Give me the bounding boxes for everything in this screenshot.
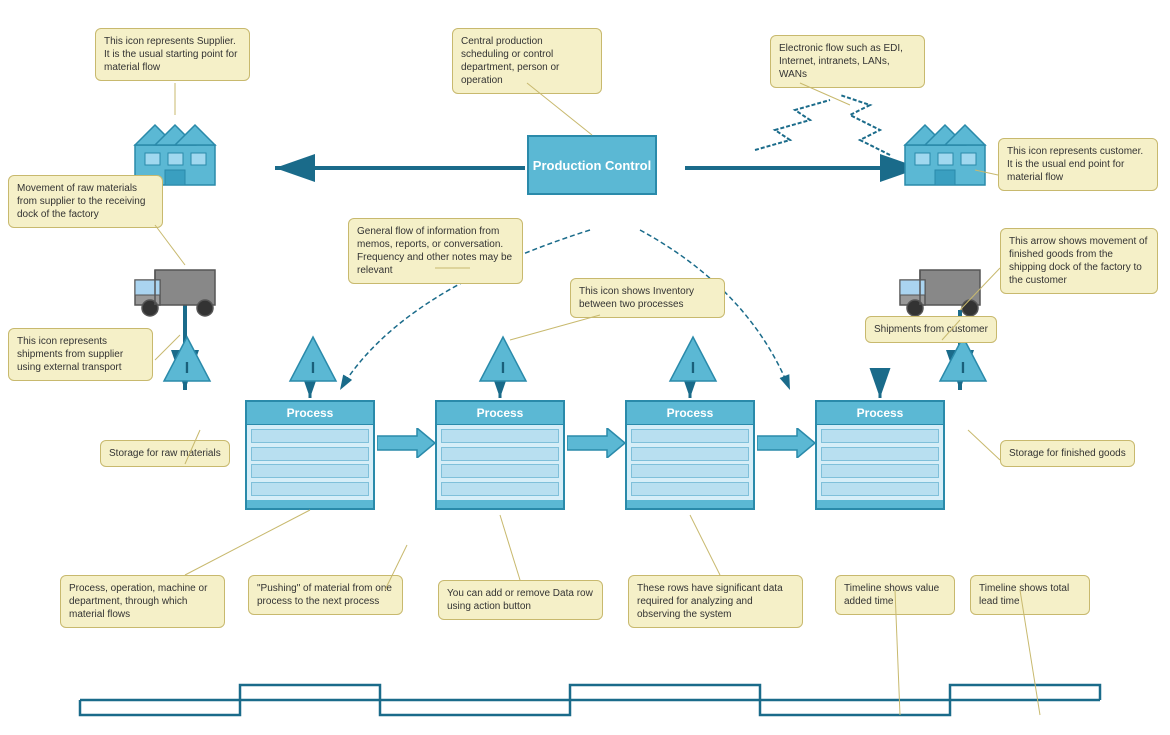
data-row-4-3 (821, 464, 939, 478)
svg-text:I: I (961, 360, 965, 377)
process-label-3: Process (627, 402, 753, 425)
data-row-3-1 (631, 429, 749, 443)
push-arrow-2 (567, 428, 625, 458)
data-row-1-3 (251, 464, 369, 478)
data-row-4-2 (821, 447, 939, 461)
supplier-truck (130, 265, 230, 320)
data-row-1-2 (251, 447, 369, 461)
callout-timeline-value: Timeline shows value added time (835, 575, 955, 615)
customer-factory (900, 115, 990, 190)
data-row-1-1 (251, 429, 369, 443)
customer-truck (895, 265, 995, 320)
svg-text:I: I (691, 360, 695, 377)
callout-inventory: This icon shows Inventory between two pr… (570, 278, 725, 318)
process-label-2: Process (437, 402, 563, 425)
callout-prod-control: Central production scheduling or control… (452, 28, 602, 94)
inventory-triangle-3: I (668, 335, 718, 383)
callout-data-significance: These rows have significant data require… (628, 575, 803, 628)
data-row-2-1 (441, 429, 559, 443)
data-row-2-2 (441, 447, 559, 461)
svg-text:I: I (185, 360, 189, 377)
callout-shipment-supplier: This icon represents shipments from supp… (8, 328, 153, 381)
callout-storage-raw: Storage for raw materials (100, 440, 230, 467)
production-control-label: Production Control (533, 158, 651, 173)
data-row-4-1 (821, 429, 939, 443)
push-arrow-3 (757, 428, 815, 458)
callout-finished-goods: This arrow shows movement of finished go… (1000, 228, 1158, 294)
callout-process: Process, operation, machine or departmen… (60, 575, 225, 628)
data-row-2-3 (441, 464, 559, 478)
data-row-3-4 (631, 482, 749, 496)
production-control-box: Production Control (527, 135, 657, 195)
callout-customer: This icon represents customer. It is the… (998, 138, 1158, 191)
callout-timeline-lead: Timeline shows total lead time (970, 575, 1090, 615)
process-box-2: Process (435, 400, 565, 510)
svg-text:I: I (311, 360, 315, 377)
callout-storage-finished: Storage for finished goods (1000, 440, 1135, 467)
process-box-4: Process (815, 400, 945, 510)
data-row-1-4 (251, 482, 369, 496)
inventory-triangle-1: I (288, 335, 338, 383)
push-arrow-1 (377, 428, 435, 458)
inventory-triangle-supplier: I (162, 335, 212, 383)
data-row-4-4 (821, 482, 939, 496)
process-label-1: Process (247, 402, 373, 425)
inventory-triangle-2: I (478, 335, 528, 383)
callout-push: "Pushing" of material from one process t… (248, 575, 403, 615)
svg-text:I: I (501, 360, 505, 377)
callout-data-row: You can add or remove Data row using act… (438, 580, 603, 620)
data-row-3-3 (631, 464, 749, 478)
data-row-2-4 (441, 482, 559, 496)
data-row-3-2 (631, 447, 749, 461)
process-box-3: Process (625, 400, 755, 510)
callout-shipments-customer: Shipments from customer (865, 316, 997, 343)
process-label-4: Process (817, 402, 943, 425)
process-box-1: Process (245, 400, 375, 510)
callout-supplier: This icon represents Supplier. It is the… (95, 28, 250, 81)
callout-raw-movement: Movement of raw materials from supplier … (8, 175, 163, 228)
callout-electronic-flow: Electronic flow such as EDI, Internet, i… (770, 35, 925, 88)
callout-info-flow: General flow of information from memos, … (348, 218, 523, 284)
